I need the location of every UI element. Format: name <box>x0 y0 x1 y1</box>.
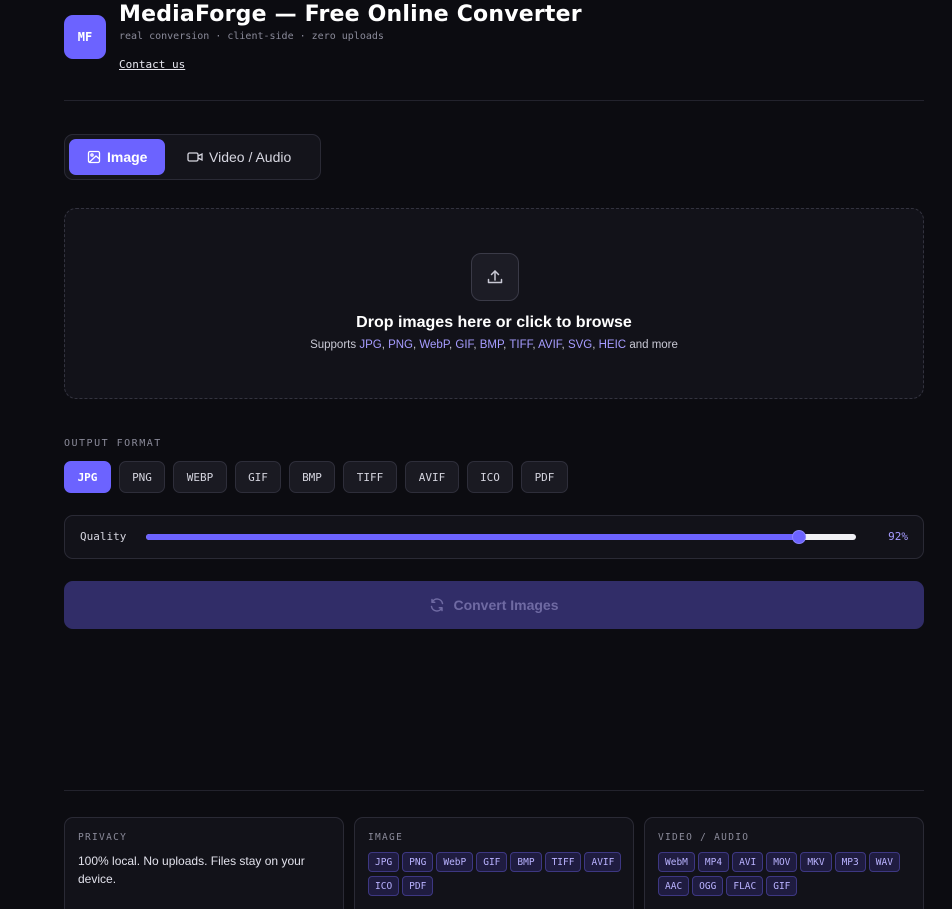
format-chip: WebM <box>658 852 695 872</box>
page-title: MediaForge — Free Online Converter <box>119 2 582 27</box>
supported-format: WebP <box>419 339 450 351</box>
media-type-tabs: Image Video / Audio <box>64 134 321 180</box>
format-chip: AVI <box>732 852 764 872</box>
quality-label: Quality <box>80 530 127 543</box>
supported-format: JPG <box>359 339 382 351</box>
format-chip: GIF <box>476 852 508 872</box>
format-option-png[interactable]: PNG <box>119 461 165 493</box>
supported-format: PNG <box>388 339 413 351</box>
format-chip: MKV <box>800 852 832 872</box>
format-option-gif[interactable]: GIF <box>235 461 281 493</box>
format-option-tiff[interactable]: TIFF <box>343 461 397 493</box>
quality-slider-fill <box>146 534 800 540</box>
format-chip: MOV <box>766 852 798 872</box>
format-option-avif[interactable]: AVIF <box>405 461 459 493</box>
format-chip: WAV <box>868 852 900 872</box>
refresh-icon <box>429 597 445 613</box>
drop-zone-supported-formats: Supports JPG, PNG, WebP, GIF, BMP, TIFF,… <box>65 339 923 351</box>
contact-link[interactable]: Contact us <box>119 58 185 71</box>
image-formats-label: IMAGE <box>368 832 404 843</box>
supported-format: GIF <box>455 339 474 351</box>
video-audio-formats-card: VIDEO / AUDIO WebM MP4 AVI MOV MKV MP3 WAV AAC O… <box>644 817 924 909</box>
supports-prefix: Supports <box>310 339 357 351</box>
format-chip: MP3 <box>834 852 866 872</box>
quality-control: Quality 92% <box>64 515 924 559</box>
video-camera-icon <box>187 150 203 164</box>
tab-image[interactable]: Image <box>69 139 165 175</box>
image-formats-card: IMAGE JPG PNG WebP GIF BMP TIFF AVIF ICO PDF <box>354 817 634 909</box>
drop-zone-title: Drop images here or click to browse <box>356 314 632 331</box>
format-chip: WebP <box>436 852 474 872</box>
upload-icon <box>471 253 519 301</box>
video-audio-format-chips: WebM MP4 AVI MOV MKV MP3 WAV AAC OGG FLAC GIF <box>658 852 918 896</box>
page-header: MF MediaForge — Free Online Converter re… <box>64 0 924 101</box>
supported-format: BMP <box>479 339 504 351</box>
output-format-options: JPG PNG WEBP GIF BMP TIFF AVIF ICO PDF <box>64 461 568 493</box>
supported-format: SVG <box>567 339 593 351</box>
format-chip: TIFF <box>544 852 582 872</box>
footer-divider <box>64 790 924 791</box>
format-chip: GIF <box>766 876 798 896</box>
tab-image-label: Image <box>107 149 148 165</box>
video-audio-formats-label: VIDEO / AUDIO <box>658 832 750 843</box>
format-option-pdf[interactable]: PDF <box>521 461 568 493</box>
format-chip: AAC <box>658 876 690 896</box>
format-option-bmp[interactable]: BMP <box>289 461 335 493</box>
format-chip: PDF <box>402 876 434 896</box>
quality-slider-thumb[interactable] <box>792 530 807 544</box>
format-chip: BMP <box>510 852 542 872</box>
supported-format: TIFF <box>509 339 533 351</box>
supported-format: AVIF <box>538 339 562 351</box>
page-subtitle: real conversion · client-side · zero upl… <box>119 31 384 42</box>
format-chip: ICO <box>368 876 400 896</box>
quality-value: 92% <box>888 530 908 543</box>
privacy-card: PRIVACY 100% local. No uploads. Files st… <box>64 817 344 909</box>
app-logo: MF <box>64 15 106 59</box>
output-format-label: OUTPUT FORMAT <box>64 438 162 449</box>
supported-format-list: JPG, PNG, WebP, GIF, BMP, TIFF, AVIF, SV… <box>359 339 627 351</box>
quality-slider[interactable] <box>146 530 856 544</box>
tab-video-audio-label: Video / Audio <box>209 149 292 165</box>
format-option-webp[interactable]: WEBP <box>173 461 227 493</box>
format-chip: MP4 <box>697 852 730 872</box>
convert-images-button[interactable]: Convert Images <box>64 581 924 629</box>
format-chip: FLAC <box>726 876 764 896</box>
format-option-jpg[interactable]: JPG <box>64 461 111 493</box>
privacy-label: PRIVACY <box>78 832 128 843</box>
privacy-text: 100% local. No uploads. Files stay on yo… <box>78 854 305 886</box>
format-chip: OGG <box>692 876 724 896</box>
drop-zone[interactable]: Drop images here or click to browse Supp… <box>64 208 924 399</box>
image-icon <box>87 150 101 164</box>
image-format-chips: JPG PNG WebP GIF BMP TIFF AVIF ICO PDF <box>368 852 628 896</box>
convert-images-label: Convert Images <box>453 597 559 613</box>
supports-suffix: and more <box>629 339 678 351</box>
format-option-ico[interactable]: ICO <box>467 461 513 493</box>
format-chip: PNG <box>402 852 434 872</box>
supported-format: HEIC <box>598 339 627 351</box>
format-chip: JPG <box>368 852 400 872</box>
format-chip: AVIF <box>584 852 622 872</box>
app-root: MF MediaForge — Free Online Converter re… <box>64 0 924 909</box>
tab-video-audio[interactable]: Video / Audio <box>169 139 309 175</box>
